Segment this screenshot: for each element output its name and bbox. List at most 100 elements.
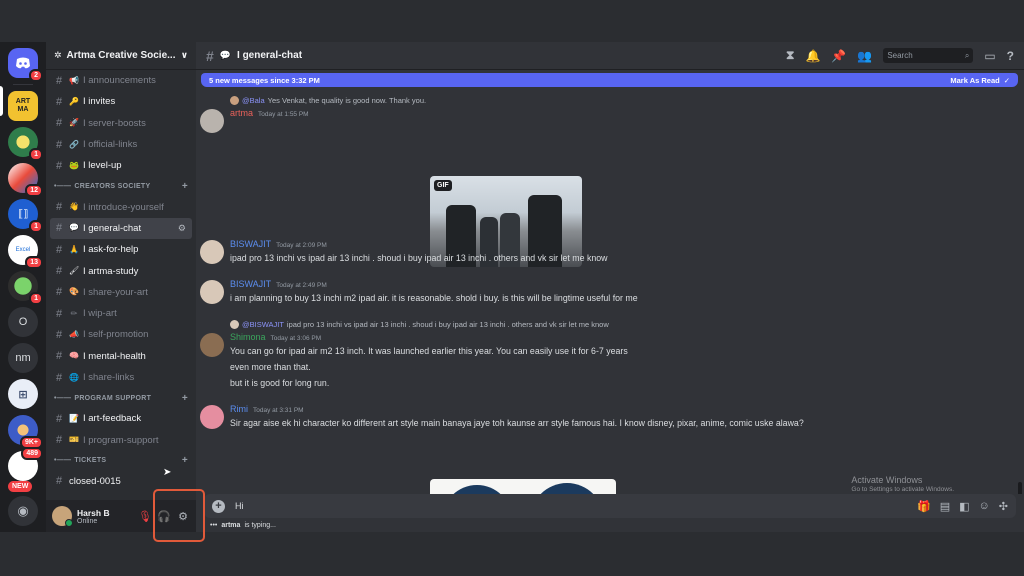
category-chevron-icon: •—— bbox=[54, 182, 72, 190]
channel-name: I general-chat bbox=[83, 222, 142, 234]
author-name[interactable]: Shimona bbox=[230, 332, 266, 342]
channel-item[interactable]: # 🎨 I share-your-art bbox=[50, 282, 192, 303]
channel-item[interactable]: # 🔑 I invites bbox=[50, 91, 192, 112]
channel-emoji-icon: 🚀 bbox=[69, 118, 79, 128]
mark-read-icon[interactable]: ✓ bbox=[1004, 76, 1010, 85]
channel-name: I ask-for-help bbox=[83, 244, 139, 256]
hash-icon: # bbox=[56, 138, 63, 151]
add-channel-icon[interactable]: + bbox=[182, 455, 188, 466]
channel-name: I wip-art bbox=[83, 308, 117, 320]
mark-as-read-button[interactable]: Mark As Read bbox=[950, 76, 999, 85]
avatar[interactable] bbox=[200, 405, 224, 429]
avatar[interactable] bbox=[200, 109, 224, 133]
chevron-down-icon: ∨ bbox=[180, 50, 188, 60]
help-icon[interactable]: ? bbox=[1007, 49, 1014, 63]
message-text: but it is good for long run. bbox=[230, 378, 330, 388]
discover-compass-icon[interactable]: ◉ bbox=[8, 496, 38, 526]
username: Harsh B bbox=[77, 507, 110, 518]
avatar[interactable] bbox=[52, 506, 73, 527]
channel-item[interactable]: # 🎫 I program-support bbox=[50, 429, 192, 450]
guild-header[interactable]: ✲ Artma Creative Socie... ∨ bbox=[46, 42, 196, 70]
channel-item[interactable]: # 🙏 I ask-for-help bbox=[50, 239, 192, 260]
channel-item[interactable]: # 📣 I self-promotion bbox=[50, 324, 192, 345]
image-attachment[interactable] bbox=[430, 479, 616, 494]
server-icon-7[interactable]: 1 bbox=[8, 271, 43, 305]
avatar[interactable] bbox=[200, 280, 224, 304]
channel-name: I share-links bbox=[83, 372, 135, 383]
server-icon-4[interactable]: 12 bbox=[8, 163, 43, 197]
server-o[interactable]: O bbox=[8, 307, 38, 337]
composer-input[interactable]: Hi bbox=[235, 501, 244, 511]
server-artma[interactable]: ART MA bbox=[8, 91, 38, 121]
timestamp: Today at 2:09 PM bbox=[276, 242, 327, 249]
server-icon-10[interactable]: ⊞ bbox=[8, 379, 38, 409]
server-nm[interactable]: nm bbox=[8, 343, 38, 373]
gif-picker-icon[interactable]: ▤ bbox=[940, 500, 950, 513]
avatar[interactable] bbox=[200, 240, 224, 264]
channel-item[interactable]: # 🔗 I official-links bbox=[50, 134, 192, 155]
channel-item[interactable]: # ✏ I wip-art bbox=[50, 303, 192, 324]
hash-icon: # bbox=[56, 286, 63, 299]
channel-settings-icon[interactable]: ⚙ bbox=[178, 223, 186, 234]
scrollbar-thumb[interactable] bbox=[1018, 482, 1022, 494]
reply-preview[interactable]: @Bala Yes Venkat, the quality is good no… bbox=[230, 96, 426, 105]
emoji-icon[interactable]: ☺ bbox=[979, 500, 990, 513]
server-icon-3[interactable]: 1 bbox=[8, 127, 43, 161]
channel-emoji-icon: 🐸 bbox=[69, 160, 79, 170]
discord-home-button[interactable]: 2 bbox=[8, 48, 43, 82]
channel-item[interactable]: # 👋 I introduce-yourself bbox=[50, 196, 192, 217]
channel-item[interactable]: # 🐸 I level-up bbox=[50, 155, 192, 176]
pin-icon[interactable]: 📌 bbox=[831, 49, 846, 63]
screen-frame: 2 ART MA 1 12 ⟦⟧ 1 Excel 13 1 O nm ⊞ 9K+ 4… bbox=[0, 0, 1024, 576]
server-icon-6[interactable]: Excel 13 bbox=[8, 235, 43, 269]
channel-item[interactable]: # 📝 I art-feedback bbox=[50, 408, 192, 429]
avatar[interactable] bbox=[200, 333, 224, 357]
channel-item[interactable]: # 🖌 I artma-study bbox=[50, 260, 192, 281]
channel-item[interactable]: # 🌐 I share-links bbox=[50, 367, 192, 388]
hash-icon: # bbox=[56, 159, 63, 172]
author-name[interactable]: BISWAJIT bbox=[230, 239, 271, 249]
channel-emoji-icon: 📢 bbox=[69, 75, 79, 85]
channel-name: I server-boosts bbox=[83, 117, 146, 129]
channel-name: I announcements bbox=[83, 75, 156, 87]
category-header[interactable]: •—— PROGRAM SUPPORT + bbox=[50, 388, 192, 408]
add-attachment-button[interactable]: + bbox=[212, 499, 225, 513]
members-icon[interactable]: 👥 bbox=[857, 49, 872, 63]
apps-icon[interactable]: ✣ bbox=[999, 500, 1008, 513]
author-name[interactable]: Rimi bbox=[230, 404, 248, 414]
channel-item[interactable]: # 💬 I general-chat ⚙ bbox=[50, 217, 192, 240]
channel-name: I official-links bbox=[83, 139, 138, 151]
sticker-icon[interactable]: ◧ bbox=[959, 500, 969, 513]
hash-icon: # bbox=[56, 434, 63, 447]
author-name[interactable]: BISWAJIT bbox=[230, 279, 271, 289]
add-channel-icon[interactable]: + bbox=[182, 181, 188, 192]
channel-item[interactable]: # 🧠 I mental-health bbox=[50, 346, 192, 367]
category-header[interactable]: •—— CREATORS SOCIETY + bbox=[50, 176, 192, 196]
chat-area: # 💬 I general-chat ⧗ 🔔 📌 👥 Search ⌕ ▭ ? 5… bbox=[196, 42, 1024, 532]
server-icon-5[interactable]: ⟦⟧ 1 bbox=[8, 199, 43, 233]
channel-item[interactable]: # 🚀 I server-boosts bbox=[50, 113, 192, 134]
discord-window: 2 ART MA 1 12 ⟦⟧ 1 Excel 13 1 O nm ⊞ 9K+ 4… bbox=[0, 42, 1024, 532]
author-name[interactable]: artma bbox=[230, 108, 253, 118]
reply-preview[interactable]: @BISWAJIT ipad pro 13 inchi vs ipad air … bbox=[230, 320, 609, 329]
channel-sidebar: ✲ Artma Creative Socie... ∨ # 📢 I announce… bbox=[46, 42, 196, 532]
channel-name: I art-feedback bbox=[83, 413, 142, 425]
server-icon-11[interactable]: 9K+ bbox=[8, 415, 43, 449]
category-name: TICKETS bbox=[74, 457, 107, 465]
inbox-icon[interactable]: ▭ bbox=[984, 49, 995, 63]
category-chevron-icon: •—— bbox=[54, 394, 72, 402]
message-composer[interactable]: + Hi 🎁 ▤ ◧ ☺ ✣ bbox=[204, 494, 1016, 518]
bell-icon[interactable]: 🔔 bbox=[805, 49, 820, 63]
channel-item[interactable]: # 📢 I announcements bbox=[50, 70, 192, 91]
channel-emoji-icon: 🎨 bbox=[69, 287, 79, 297]
server-icon-12[interactable]: 489 bbox=[8, 447, 43, 481]
threads-icon[interactable]: ⧗ bbox=[786, 48, 794, 63]
channel-emoji-icon: 📣 bbox=[69, 329, 79, 339]
user-info[interactable]: Harsh B Online bbox=[77, 508, 133, 525]
gift-icon[interactable]: 🎁 bbox=[917, 500, 931, 513]
add-channel-icon[interactable]: + bbox=[182, 393, 188, 404]
new-messages-bar[interactable]: 5 new messages since 3:32 PM Mark As Rea… bbox=[201, 73, 1018, 87]
server-badge: 2 bbox=[29, 69, 43, 82]
mic-muted-icon[interactable]: 🎙 bbox=[138, 510, 152, 523]
search-input[interactable]: Search ⌕ bbox=[883, 48, 974, 63]
